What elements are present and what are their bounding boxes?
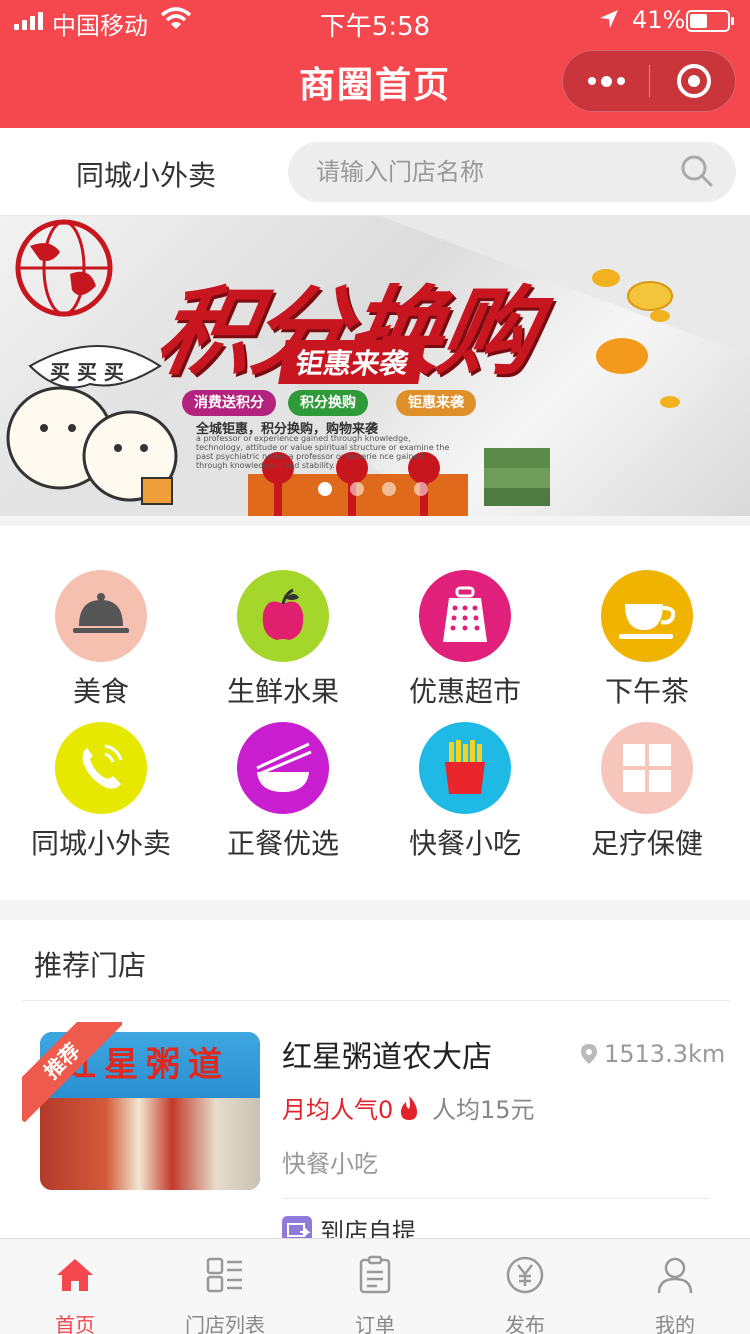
category-item-foot-massage[interactable]: 足疗保健 (556, 722, 738, 862)
banner-bubble-text: 买 买 买 (50, 360, 124, 384)
carousel-dot[interactable] (382, 482, 396, 496)
search-box[interactable] (288, 142, 736, 202)
category-grid: 美食 生鲜水果 优惠超市 下午茶 同城小外卖 正餐优选 快餐小吃 足疗保健 (0, 526, 750, 900)
banner-tag: 钜惠来袭 (396, 390, 476, 416)
category-icon-circle (419, 722, 511, 814)
tab-bar: 首页 门店列表 订单 发布 我的 (0, 1238, 750, 1334)
category-icon-circle (55, 722, 147, 814)
store-avg-price: 人均15元 (432, 1096, 535, 1124)
category-label: 正餐优选 (226, 827, 339, 860)
location-arrow-icon (600, 10, 618, 28)
category-icon-circle (601, 570, 693, 662)
recommend-badge: 推荐 (22, 1022, 122, 1122)
top-bar: 中国移动 下午5:58 41% 商圈首页 (0, 0, 750, 128)
battery-percent: 41% (632, 6, 686, 34)
tab-publish[interactable]: 发布 (450, 1239, 600, 1334)
tab-label: 门店列表 (185, 1313, 265, 1334)
tab-store-list[interactable]: 门店列表 (150, 1239, 300, 1334)
tab-profile[interactable]: 我的 (600, 1239, 750, 1334)
banner-subheadline: 钜惠来袭 (278, 340, 426, 384)
tab-label: 首页 (55, 1313, 95, 1334)
city-selector[interactable]: 同城小外卖 (76, 154, 216, 194)
recommend-badge-label: 推荐 (22, 1022, 122, 1122)
popularity-value: 月均人气0 (282, 1096, 394, 1124)
tab-home[interactable]: 首页 (0, 1239, 150, 1334)
bowl-chopsticks-icon (256, 742, 312, 792)
store-distance: 1513.3km (580, 1040, 725, 1068)
category-item-fresh-fruit[interactable]: 生鲜水果 (192, 570, 374, 710)
banner-tags: 消费送积分 积分换购 钜惠来袭 (182, 390, 476, 416)
category-item-fast-food[interactable]: 快餐小吃 (374, 722, 556, 862)
fries-icon (445, 740, 485, 794)
apple-icon (262, 588, 304, 640)
category-item-afternoon-tea[interactable]: 下午茶 (556, 570, 738, 710)
publish-yen-icon (506, 1256, 544, 1294)
category-icon-circle (55, 570, 147, 662)
category-icon-circle (237, 570, 329, 662)
carousel-dot[interactable] (414, 482, 428, 496)
search-icon[interactable] (680, 154, 714, 188)
store-category: 快餐小吃 (282, 1150, 378, 1178)
category-icon-circle (237, 722, 329, 814)
cash-stack-icon (484, 448, 550, 506)
window-icon (623, 744, 671, 792)
banner-tag: 积分换购 (288, 390, 368, 416)
category-label: 优惠超市 (408, 675, 521, 708)
distance-value: 1513.3km (604, 1040, 726, 1068)
carousel-dot[interactable] (350, 482, 364, 496)
tab-label: 订单 (355, 1313, 395, 1334)
category-item-food[interactable]: 美食 (10, 570, 192, 710)
divider (22, 1000, 730, 1001)
search-input[interactable] (316, 142, 676, 202)
capsule-divider (649, 65, 650, 97)
category-label: 下午茶 (604, 675, 689, 708)
globe-logo-icon (15, 219, 113, 317)
category-label: 同城小外卖 (30, 827, 171, 860)
carousel-indicator[interactable] (318, 482, 428, 496)
carousel-dot-active[interactable] (318, 482, 332, 496)
tab-orders[interactable]: 订单 (300, 1239, 450, 1334)
location-pin-icon (581, 1044, 597, 1064)
battery-icon (686, 10, 734, 32)
store-name[interactable]: 红星粥道农大店 (282, 1032, 492, 1076)
search-row: 同城小外卖 (0, 128, 750, 216)
category-item-supermarket[interactable]: 优惠超市 (374, 570, 556, 710)
grater-icon (443, 586, 487, 642)
phone-icon (82, 744, 123, 789)
store-popularity: 月均人气0 (282, 1090, 421, 1125)
cloche-icon (73, 593, 129, 633)
category-label: 快餐小吃 (408, 827, 521, 860)
category-icon-circle (601, 722, 693, 814)
banner-tag: 消费送积分 (182, 390, 276, 416)
tab-label: 我的 (655, 1313, 695, 1334)
close-miniprogram-button[interactable] (677, 64, 711, 98)
category-icon-circle (419, 570, 511, 662)
store-list-icon (206, 1257, 242, 1293)
home-icon (57, 1259, 93, 1291)
category-label: 美食 (72, 675, 129, 708)
promo-banner[interactable]: 买 买 买 积分换购 钜惠来袭 消费送积分 积分换购 钜惠来袭 全城钜惠，积分换… (0, 216, 750, 516)
teacup-icon (619, 604, 676, 639)
order-icon (359, 1255, 391, 1294)
section-title: 推荐门店 (34, 949, 147, 982)
status-bar: 中国移动 下午5:58 41% (0, 0, 750, 42)
profile-icon (657, 1257, 693, 1294)
category-item-local-delivery[interactable]: 同城小外卖 (10, 722, 192, 862)
flame-icon (401, 1095, 418, 1120)
category-label: 生鲜水果 (226, 675, 339, 708)
divider (282, 1198, 710, 1199)
category-item-dinner[interactable]: 正餐优选 (192, 722, 374, 862)
miniprogram-capsule (562, 50, 736, 112)
category-label: 足疗保健 (590, 827, 703, 860)
tab-label: 发布 (505, 1313, 545, 1334)
banner-fineprint: a professor or experience gained through… (196, 434, 450, 470)
more-menu-button[interactable] (563, 51, 649, 111)
